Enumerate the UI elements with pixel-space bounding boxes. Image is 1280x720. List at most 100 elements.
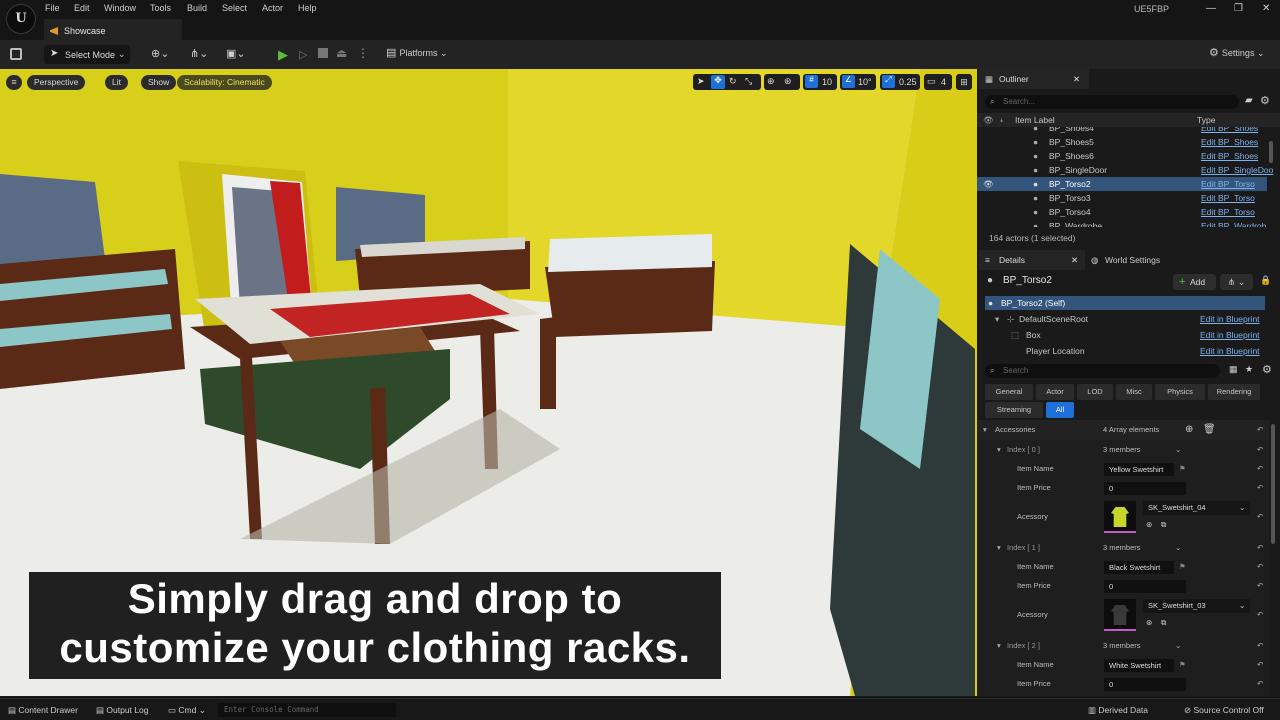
- surface-snap-icon[interactable]: ⊛: [784, 76, 792, 87]
- scale-tool-icon[interactable]: ⤡: [745, 76, 752, 87]
- source-control-button[interactable]: ⊘ Source Control Off: [1184, 705, 1264, 716]
- swetshirt-thumbnail[interactable]: [1104, 501, 1136, 533]
- perspective-button[interactable]: Perspective: [27, 75, 86, 90]
- tab-showcase[interactable]: Showcase: [44, 19, 182, 40]
- table-view-icon[interactable]: ▦: [1229, 364, 1238, 375]
- reset-icon[interactable]: ↶: [1257, 655, 1263, 675]
- swetshirt-thumbnail[interactable]: [1104, 599, 1136, 631]
- outliner-search-input[interactable]: ⌕ Search...: [985, 95, 1239, 109]
- play-icon[interactable]: ▶: [278, 47, 288, 63]
- component-row[interactable]: ▾ ⊹ DefaultSceneRoot Edit in Blueprint: [985, 312, 1265, 326]
- cinematics-icon[interactable]: ▣⌄: [226, 47, 246, 60]
- derived-data-button[interactable]: ▥ Derived Data: [1088, 705, 1148, 716]
- show-button[interactable]: Show: [141, 75, 177, 90]
- reset-icon[interactable]: ↶: [1257, 478, 1263, 498]
- add-element-icon[interactable]: ⊕: [1185, 420, 1193, 440]
- menu-window[interactable]: Window: [104, 3, 136, 13]
- outliner-item-type[interactable]: Edit BP_Torso: [1201, 191, 1255, 205]
- cmd-dropdown[interactable]: ▭ Cmd ⌄: [168, 705, 206, 716]
- expand-icon[interactable]: ▾: [997, 538, 1001, 558]
- outliner-item-type[interactable]: Edit BP_Shoes: [1201, 135, 1258, 149]
- chevron-down-icon[interactable]: ⌄: [1175, 440, 1181, 460]
- category-physics[interactable]: Physics: [1155, 384, 1205, 400]
- tab-outliner[interactable]: ▦ Outliner ✕: [979, 69, 1089, 89]
- reset-icon[interactable]: ↶: [1257, 610, 1263, 619]
- add-component-button[interactable]: + Add: [1173, 274, 1216, 290]
- outliner-scrollbar[interactable]: [1269, 141, 1273, 163]
- outliner-row[interactable]: ● BP_Wardrobe Edit BP_Wardrob: [977, 219, 1280, 227]
- use-selected-icon[interactable]: ⧉: [1161, 618, 1166, 628]
- outliner-row[interactable]: ● BP_Torso4 Edit BP_Torso: [977, 205, 1280, 219]
- item-name-field[interactable]: Yellow Swetshirt: [1104, 463, 1174, 476]
- tab-details[interactable]: ≡ Details ✕: [979, 250, 1085, 270]
- outliner-item-type[interactable]: Edit BP_Wardrob: [1201, 219, 1266, 227]
- outliner-row-selected[interactable]: 👁 ● BP_Torso2 Edit BP_Torso: [977, 177, 1267, 191]
- add-actor-icon[interactable]: ⊕⌄: [151, 47, 169, 60]
- blueprint-options-button[interactable]: ⋔ ⌄: [1220, 274, 1253, 290]
- menu-help[interactable]: Help: [298, 3, 317, 13]
- edit-in-blueprint-link[interactable]: Edit in Blueprint: [1200, 328, 1260, 342]
- category-lod[interactable]: LOD: [1077, 384, 1113, 400]
- browse-icon[interactable]: ⊛: [1146, 520, 1152, 529]
- trash-icon[interactable]: 🗑: [1203, 420, 1216, 440]
- viewport-menu-icon[interactable]: ≡: [6, 75, 22, 90]
- menu-edit[interactable]: Edit: [74, 3, 90, 13]
- lit-button[interactable]: Lit: [105, 75, 128, 90]
- localize-flag-icon[interactable]: ⚑: [1179, 459, 1186, 479]
- select-mode-dropdown[interactable]: ➤ Select Mode ⌄: [44, 45, 130, 64]
- visibility-icon[interactable]: 👁: [983, 113, 994, 127]
- outliner-row[interactable]: ● BP_Shoes4 Edit BP_Shoes: [977, 127, 1280, 135]
- move-tool-icon[interactable]: ✥: [711, 75, 725, 89]
- scalability-button[interactable]: Scalability: Cinematic: [177, 75, 272, 90]
- col-item-label[interactable]: Item Label: [1015, 113, 1055, 127]
- angle-snap[interactable]: ∠ 10°: [840, 74, 876, 90]
- eject-icon[interactable]: ⏏: [336, 46, 347, 60]
- reset-icon[interactable]: ↶: [1257, 674, 1263, 694]
- item-name-field[interactable]: Black Swetshirt: [1104, 561, 1174, 574]
- index-row[interactable]: ▾ Index [ 0 ] 3 members ⌄ ↶: [977, 440, 1269, 460]
- menu-tools[interactable]: Tools: [150, 3, 171, 13]
- menu-actor[interactable]: Actor: [262, 3, 283, 13]
- pin-icon[interactable]: ⍖: [999, 113, 1004, 127]
- camera-speed[interactable]: ▭ 4: [924, 74, 952, 90]
- details-settings-icon[interactable]: ⚙: [1262, 363, 1272, 376]
- folder-icon[interactable]: ▰: [1245, 95, 1253, 106]
- outliner-row[interactable]: ● BP_Shoes6 Edit BP_Shoes: [977, 149, 1280, 163]
- col-type[interactable]: Type: [1197, 113, 1215, 127]
- expand-icon[interactable]: ▾: [997, 440, 1001, 460]
- localize-flag-icon[interactable]: ⚑: [1179, 557, 1186, 577]
- reset-icon[interactable]: ↶: [1257, 420, 1263, 440]
- menu-file[interactable]: File: [45, 3, 60, 13]
- more-options-icon[interactable]: ⋮: [357, 46, 369, 60]
- maximize-icon[interactable]: ❐: [1234, 3, 1243, 14]
- viewport-layout-icon[interactable]: ⊞: [956, 74, 972, 90]
- reset-icon[interactable]: ↶: [1257, 576, 1263, 596]
- reset-icon[interactable]: ↶: [1257, 512, 1263, 521]
- category-rendering[interactable]: Rendering: [1208, 384, 1260, 400]
- outliner-item-type[interactable]: Edit BP_Shoes: [1201, 149, 1258, 163]
- menu-build[interactable]: Build: [187, 3, 207, 13]
- scale-snap[interactable]: ⤢ 0.25: [880, 74, 920, 90]
- outliner-item-type[interactable]: Edit BP_Torso: [1201, 205, 1255, 219]
- world-icon[interactable]: ⊕: [767, 76, 775, 87]
- close-details-icon[interactable]: ✕: [1071, 250, 1078, 270]
- rotate-tool-icon[interactable]: ↻: [729, 76, 737, 87]
- unreal-logo-icon[interactable]: U: [6, 4, 36, 34]
- minimize-icon[interactable]: —: [1206, 3, 1216, 14]
- chevron-down-icon[interactable]: ⌄: [1175, 636, 1181, 656]
- index-row[interactable]: ▾ Index [ 2 ] 3 members ⌄ ↶: [977, 636, 1269, 656]
- item-price-field[interactable]: 0: [1104, 678, 1186, 691]
- item-price-field[interactable]: 0: [1104, 580, 1186, 593]
- output-log-button[interactable]: ▤ Output Log: [96, 705, 148, 716]
- outliner-row[interactable]: ● BP_SingleDoor Edit BP_SingleDoo: [977, 163, 1280, 177]
- level-viewport[interactable]: ≡ Perspective Lit Show Scalability: Cine…: [0, 69, 977, 696]
- visibility-icon[interactable]: 👁: [983, 177, 994, 191]
- select-tool-icon[interactable]: ➤: [697, 76, 705, 87]
- expand-icon[interactable]: ▾: [983, 420, 987, 440]
- component-row[interactable]: ⬚ Box Edit in Blueprint: [985, 328, 1265, 342]
- menu-select[interactable]: Select: [222, 3, 247, 13]
- index-row[interactable]: ▾ Index [ 1 ] 3 members ⌄ ↶: [977, 538, 1269, 558]
- reset-icon[interactable]: ↶: [1257, 440, 1263, 460]
- console-command-input[interactable]: Enter Console Command: [218, 703, 396, 717]
- tab-world-settings[interactable]: ◍ World Settings: [1087, 250, 1187, 270]
